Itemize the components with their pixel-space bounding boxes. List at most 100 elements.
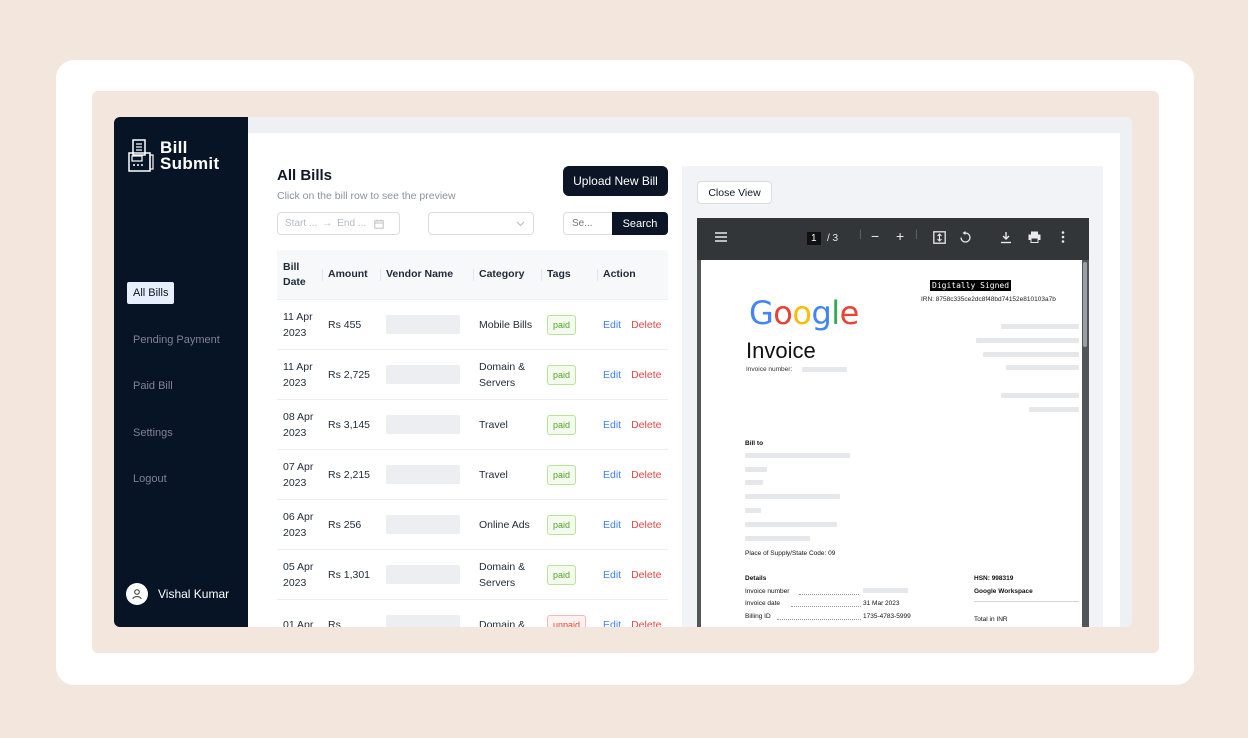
user-name: Vishal Kumar	[158, 587, 230, 601]
redacted-text	[1001, 393, 1079, 398]
print-icon[interactable]	[1028, 231, 1041, 243]
table-header: Bill Date Amount Vendor Name Category Ta…	[277, 250, 668, 300]
vendor-name	[380, 515, 473, 534]
redacted-vendor	[386, 515, 460, 534]
table-row[interactable]: 06 Apr 2023 Rs 256 Online Ads paid Edit …	[277, 500, 668, 550]
table-row[interactable]: 05 Apr 2023 Rs 1,301 Domain & Servers pa…	[277, 550, 668, 600]
tags-cell: paid	[541, 514, 597, 535]
bill-to-label: Bill to	[745, 440, 764, 447]
search-input[interactable]	[563, 212, 612, 235]
sidebar-item-logout[interactable]: Logout	[127, 468, 173, 490]
category-select[interactable]	[428, 212, 534, 235]
column-header-category[interactable]: Category	[473, 267, 541, 282]
delete-link[interactable]: Delete	[631, 417, 661, 433]
table-row[interactable]: 11 Apr 2023 Rs 455 Mobile Bills paid Edi…	[277, 300, 668, 350]
edit-link[interactable]: Edit	[603, 467, 621, 483]
fit-page-icon[interactable]	[933, 231, 946, 244]
page-number-input[interactable]: 1	[807, 232, 821, 245]
status-badge: unpaid	[547, 614, 587, 627]
search-button[interactable]: Search	[612, 212, 668, 235]
digitally-signed-stamp: Digitally Signed	[930, 280, 1012, 291]
vendor-name	[380, 365, 473, 384]
menu-icon[interactable]	[715, 231, 727, 243]
edit-link[interactable]: Edit	[603, 317, 621, 333]
vendor-name	[380, 615, 473, 627]
table-row[interactable]: 11 Apr 2023 Rs 2,725 Domain & Servers pa…	[277, 350, 668, 400]
redacted-vendor	[386, 565, 460, 584]
delete-link[interactable]: Delete	[631, 517, 661, 533]
edit-link[interactable]: Edit	[603, 367, 621, 383]
edit-link[interactable]: Edit	[603, 617, 621, 628]
end-date-input[interactable]: End ...	[337, 218, 366, 229]
redacted-vendor	[386, 615, 460, 627]
sidebar-item-paid-bill[interactable]: Paid Bill	[127, 375, 179, 397]
column-header-bill-date[interactable]: Bill Date	[277, 260, 322, 290]
more-options-icon[interactable]	[1061, 231, 1065, 243]
product-name: Google Workspace	[974, 588, 1033, 595]
zoom-out-icon[interactable]: −	[871, 228, 879, 244]
column-header-tags[interactable]: Tags	[541, 267, 597, 282]
tags-cell: paid	[541, 564, 597, 585]
column-header-amount[interactable]: Amount	[322, 267, 380, 282]
delete-link[interactable]: Delete	[631, 567, 661, 583]
edit-link[interactable]: Edit	[603, 417, 621, 433]
redacted-text	[745, 480, 763, 485]
main-panel: All Bills Click on the bill row to see t…	[248, 133, 1120, 627]
rotate-icon[interactable]	[959, 231, 972, 244]
billing-id-value: 1735-4783-5999	[863, 613, 911, 620]
bills-table: Bill Date Amount Vendor Name Category Ta…	[277, 250, 668, 627]
redacted-vendor	[386, 465, 460, 484]
app-window: Bill Submit All Bills Pending Payment Pa…	[114, 117, 1132, 627]
user-profile[interactable]: Vishal Kumar	[126, 583, 229, 605]
close-view-button[interactable]: Close View	[697, 181, 772, 204]
vendor-name	[380, 465, 473, 484]
invoice-date-label: Invoice date	[745, 600, 781, 607]
date-range-picker[interactable]: Start ... → End ...	[277, 212, 400, 235]
redacted-vendor	[386, 415, 460, 434]
delete-link[interactable]: Delete	[631, 617, 661, 628]
bill-amount: Rs 2,725	[328, 368, 371, 381]
upload-new-bill-button[interactable]: Upload New Bill	[563, 166, 668, 196]
redacted-text	[745, 536, 810, 541]
redacted-text	[863, 588, 908, 593]
action-cell: Edit Delete	[597, 417, 668, 433]
column-header-action: Action	[597, 267, 668, 282]
delete-link[interactable]: Delete	[631, 367, 661, 383]
action-cell: Edit Delete	[597, 517, 668, 533]
page-title: All Bills	[277, 167, 333, 184]
vendor-name	[380, 415, 473, 434]
download-icon[interactable]	[1000, 231, 1012, 244]
delete-link[interactable]: Delete	[631, 317, 661, 333]
irn-text: IRN: 8758c335ce2dc8f48bd74152e810103a7b	[921, 296, 1056, 303]
redacted-text	[802, 367, 847, 372]
table-row[interactable]: 01 Apr Rs Domain & unpaid Edit Delete	[277, 600, 668, 627]
redacted-text	[976, 338, 1079, 343]
dotted-leader	[799, 594, 859, 595]
edit-link[interactable]: Edit	[603, 567, 621, 583]
tags-cell: paid	[541, 464, 597, 485]
zoom-in-icon[interactable]: +	[896, 228, 904, 244]
sidebar-item-settings[interactable]: Settings	[127, 422, 179, 444]
bill-amount: Rs 256	[328, 518, 362, 531]
bill-category: Travel	[479, 418, 508, 431]
pdf-viewer: 1 / 3 | − + | Digitally Signed IRN: 8758…	[697, 218, 1089, 627]
redacted-vendor	[386, 365, 460, 384]
table-row[interactable]: 08 Apr 2023 Rs 3,145 Travel paid Edit De…	[277, 400, 668, 450]
status-badge: paid	[547, 364, 577, 385]
dotted-leader	[791, 606, 861, 607]
vendor-name	[380, 565, 473, 584]
table-row[interactable]: 07 Apr 2023 Rs 2,215 Travel paid Edit De…	[277, 450, 668, 500]
sidebar-item-pending-payment[interactable]: Pending Payment	[127, 329, 226, 351]
column-header-vendor-name[interactable]: Vendor Name	[380, 267, 473, 282]
brand-logo[interactable]: Bill Submit	[128, 139, 219, 173]
redacted-text	[745, 453, 850, 458]
page-total: / 3	[827, 233, 839, 244]
pdf-scrollbar[interactable]	[1083, 262, 1087, 347]
status-badge: paid	[547, 314, 577, 335]
sidebar-item-all-bills[interactable]: All Bills	[127, 282, 175, 304]
edit-link[interactable]: Edit	[603, 517, 621, 533]
bill-category: Online Ads	[479, 518, 530, 531]
delete-link[interactable]: Delete	[631, 467, 661, 483]
bill-category: Domain & Servers	[479, 560, 526, 589]
start-date-input[interactable]: Start ...	[285, 218, 317, 229]
